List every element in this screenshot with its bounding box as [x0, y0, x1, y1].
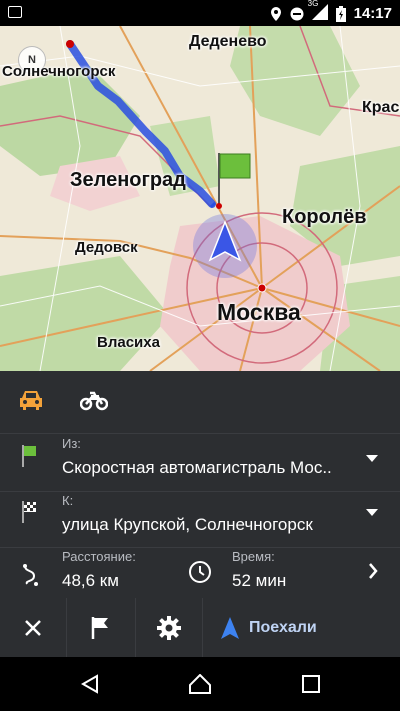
route-to-row[interactable]: К: улица Крупской, Солнечногорск	[0, 491, 400, 548]
close-icon	[25, 619, 41, 636]
car-icon[interactable]	[18, 389, 50, 415]
status-icons: 3G 14:17	[270, 0, 392, 23]
home-icon[interactable]	[189, 674, 211, 694]
city-label-zelenograd: Зеленоград	[70, 169, 186, 191]
route-from-value: Скоростная автомагистраль Мос..	[62, 458, 332, 477]
status-bar: 3G 14:17	[0, 0, 400, 26]
back-icon[interactable]	[80, 674, 100, 694]
start-flag-icon	[22, 445, 36, 467]
network-type: 3G	[307, 0, 319, 8]
vehicle-selector	[0, 371, 400, 434]
city-label-krasn: Красн	[362, 99, 400, 116]
distance-label: Расстояние:	[62, 549, 136, 564]
clock-icon	[189, 561, 211, 583]
route-from-row[interactable]: Из: Скоростная автомагистраль Мос..	[0, 433, 400, 492]
route-actions: Поехали	[0, 598, 400, 657]
gear-icon	[157, 615, 181, 640]
battery-charging-icon	[335, 5, 346, 22]
route-to-label: К:	[62, 493, 74, 508]
distance-icon	[23, 564, 38, 586]
time-value: 52 мин	[232, 571, 287, 590]
route-start-dot	[66, 40, 74, 48]
map-view[interactable]: N Деденево Солнечногорск Красн Зеленогра…	[0, 26, 400, 371]
start-navigation-label: Поехали	[249, 618, 317, 636]
to-dropdown-icon[interactable]	[366, 509, 378, 516]
finish-flag-icon	[22, 501, 36, 523]
navigation-arrow-icon	[221, 616, 239, 639]
motorcycle-icon[interactable]	[79, 389, 112, 415]
waypoint-button[interactable]	[67, 598, 135, 657]
from-dropdown-icon[interactable]	[366, 455, 378, 462]
chevron-right-icon[interactable]	[368, 563, 378, 579]
city-label-vlasikha: Власиха	[97, 334, 160, 351]
start-navigation-button[interactable]: Поехали	[203, 598, 400, 657]
city-label-dedenevo: Деденево	[189, 33, 267, 50]
dnd-icon	[290, 7, 304, 20]
city-label-moskva: Москва	[217, 299, 301, 325]
city-label-dedovsk: Дедовск	[75, 239, 138, 256]
distance-value: 48,6 км	[62, 571, 119, 590]
image-icon	[8, 6, 22, 18]
cancel-button[interactable]	[0, 598, 66, 657]
location-icon	[270, 6, 281, 21]
route-from-label: Из:	[62, 436, 81, 451]
route-to-value: улица Крупской, Солнечногорск	[62, 515, 313, 534]
time-label: Время:	[232, 549, 275, 564]
city-label-korolev: Королёв	[282, 206, 367, 228]
route-summary-row[interactable]: Расстояние: 48,6 км Время: 52 мин	[0, 547, 400, 599]
settings-button[interactable]	[136, 598, 202, 657]
city-label-solnechnogorsk: Солнечногорск	[2, 63, 116, 80]
recents-icon[interactable]	[302, 675, 320, 693]
clock: 14:17	[353, 5, 392, 22]
system-nav-bar	[0, 657, 400, 711]
flag-icon	[91, 616, 108, 639]
destination-flag-icon	[219, 153, 251, 179]
